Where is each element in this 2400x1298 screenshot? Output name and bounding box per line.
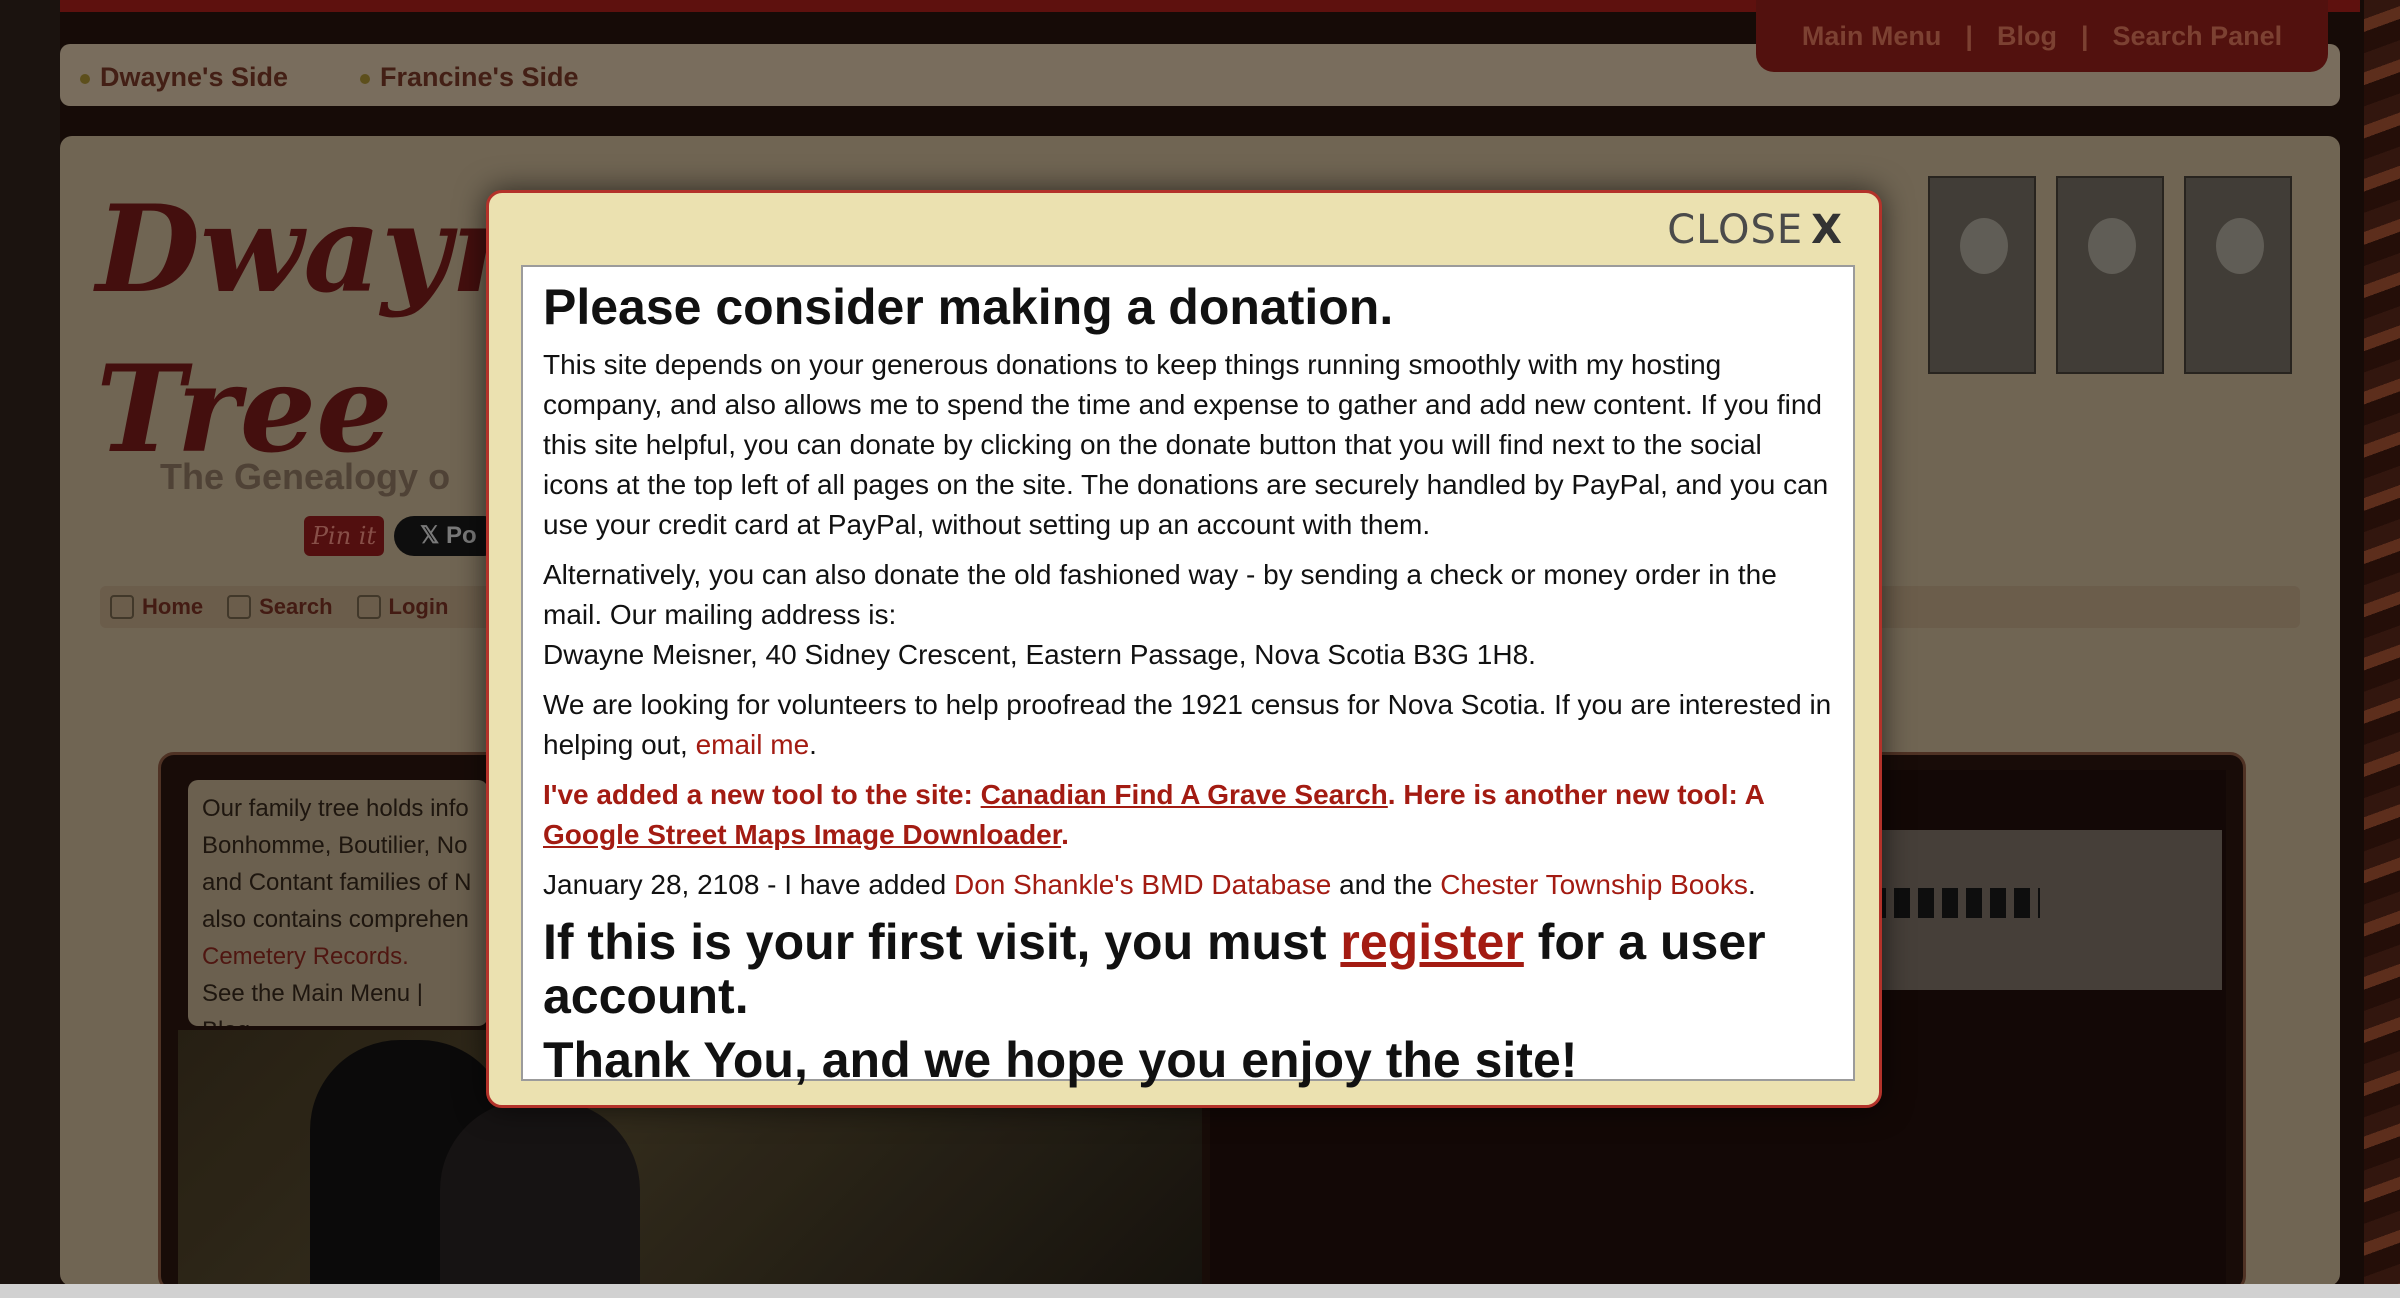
news-date: January 28, 2108 - I have added	[543, 869, 947, 900]
mailing-text: Alternatively, you can also donate the o…	[543, 559, 1777, 630]
volunteer-paragraph: We are looking for volunteers to help pr…	[543, 685, 1833, 765]
close-icon: X	[1811, 207, 1843, 253]
thank-you-message: Thank You, and we hope you enjoy the sit…	[543, 1032, 1578, 1088]
email-me-link[interactable]: email me	[696, 729, 810, 760]
news-and: and the	[1339, 869, 1433, 900]
modal-content: Please consider making a donation. This …	[521, 265, 1855, 1087]
register-link[interactable]: register	[1340, 914, 1523, 970]
close-button[interactable]: CLOSE X	[1667, 207, 1843, 253]
period: .	[1061, 819, 1069, 850]
modal-title: Please consider making a donation.	[543, 279, 1394, 335]
close-label: CLOSE	[1667, 207, 1804, 253]
donation-paragraph: This site depends on your generous donat…	[543, 349, 1829, 540]
period: .	[809, 729, 817, 760]
new-tools-paragraph: I've added a new tool to the site: Canad…	[543, 775, 1833, 855]
tools-intro: I've added a new tool to the site:	[543, 779, 973, 810]
tools-mid: . Here is another new tool: A	[1387, 779, 1764, 810]
period: .	[1747, 869, 1756, 900]
find-a-grave-link[interactable]: Canadian Find A Grave Search	[981, 779, 1388, 810]
news-paragraph: January 28, 2108 - I have added Don Shan…	[543, 865, 1833, 905]
mailing-address: Dwayne Meisner, 40 Sidney Crescent, East…	[543, 639, 1536, 670]
mailing-paragraph: Alternatively, you can also donate the o…	[543, 555, 1833, 675]
street-maps-downloader-link[interactable]: Google Street Maps Image Downloader	[543, 819, 1061, 850]
register-text: If this is your first visit, you must	[543, 914, 1327, 970]
register-prompt: If this is your first visit, you must re…	[543, 915, 1833, 1023]
bmd-database-link[interactable]: Don Shankle's BMD Database	[954, 869, 1331, 900]
chester-township-link[interactable]: Chester Township Books	[1440, 869, 1748, 900]
donation-modal: CLOSE X Please consider making a donation…	[486, 190, 1882, 1108]
